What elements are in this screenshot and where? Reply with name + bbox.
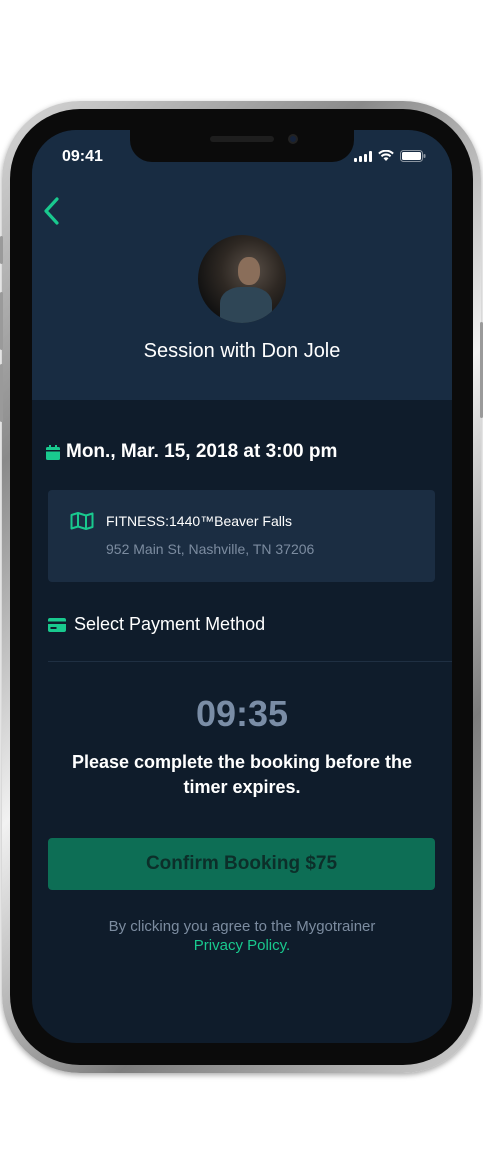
status-icons: [354, 150, 426, 162]
confirm-booking-button[interactable]: Confirm Booking $75: [48, 838, 435, 890]
back-chevron-icon: [44, 197, 59, 225]
agreement-text: By clicking you agree to the Mygotrainer: [108, 918, 376, 935]
session-header: 09:41 Session with Don Jole: [32, 130, 452, 400]
card-icon: [48, 617, 66, 632]
session-title: Session with Don Jole: [143, 340, 341, 362]
side-button-volume-down: [0, 364, 3, 422]
payment-label: Select Payment Method: [74, 614, 266, 634]
calendar-icon: [46, 444, 60, 460]
map-icon: [70, 512, 94, 530]
location-card[interactable]: FITNESS:1440™Beaver Falls 952 Main St, N…: [48, 490, 435, 582]
notch: [130, 130, 354, 162]
booking-date-row: Mon., Mar. 15, 2018 at 3:00 pm: [46, 441, 337, 463]
battery-icon: [400, 150, 426, 162]
speaker: [210, 136, 274, 142]
side-button-mute: [0, 236, 3, 264]
front-camera: [288, 134, 298, 144]
booking-date: Mon., Mar. 15, 2018 at 3:00 pm: [66, 441, 338, 462]
location-name: FITNESS:1440™Beaver Falls: [106, 513, 292, 529]
select-payment-row[interactable]: Select Payment Method: [48, 614, 265, 635]
wifi-icon: [378, 150, 394, 162]
divider: [48, 661, 452, 662]
countdown-timer: 09:35: [195, 693, 289, 734]
trainer-avatar: [198, 235, 286, 323]
timer-notice: Please complete the booking before the t…: [71, 752, 413, 797]
side-button-volume-up: [0, 292, 3, 350]
back-button[interactable]: [40, 196, 64, 226]
signal-icon: [354, 150, 372, 162]
status-time: 09:41: [62, 148, 103, 165]
app-screen: 09:41 Session with Don Jole Mon., Mar. 1…: [32, 130, 452, 1043]
privacy-policy-link[interactable]: Privacy Policy.: [32, 937, 452, 954]
location-address: 952 Main St, Nashville, TN 37206: [106, 541, 315, 557]
